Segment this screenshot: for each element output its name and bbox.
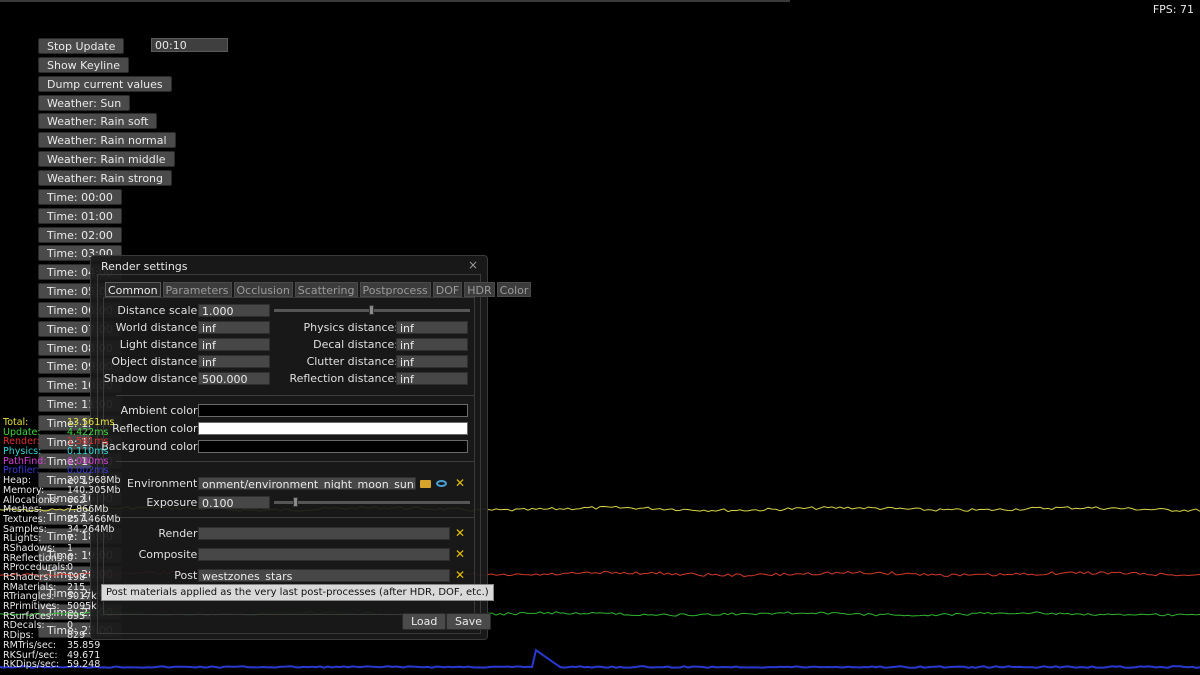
debug-button[interactable]: Weather: Rain normal	[38, 132, 176, 149]
right-distance-field[interactable]: inf	[396, 372, 468, 385]
distance-scale-slider[interactable]	[369, 305, 374, 315]
load-button[interactable]: Load	[402, 613, 447, 630]
material-label: Composite:	[138, 548, 201, 561]
left-distance-field[interactable]: inf	[198, 355, 270, 368]
right-distance-label: Clutter distance:	[306, 355, 398, 368]
right-distance-label: Reflection distance:	[289, 372, 398, 385]
debug-button[interactable]: Weather: Rain strong	[38, 169, 172, 186]
stat-value: 59.248	[67, 659, 101, 671]
left-distance-label: Shadow distance:	[103, 372, 201, 385]
divider	[116, 395, 474, 396]
tab-occlusion[interactable]: Occlusion	[233, 282, 293, 297]
left-distance-field[interactable]: inf	[198, 338, 270, 351]
tab-hdr[interactable]: HDR	[464, 282, 495, 297]
settings-tabs: Common Parameters Occlusion Scattering Postp…	[105, 282, 532, 297]
tab-common[interactable]: Common	[105, 282, 161, 297]
material-field[interactable]	[198, 548, 450, 561]
stats-overlay: Total: 13.561ms Update: 4.422ms Render: 1.581…	[3, 418, 143, 670]
color-swatch[interactable]	[198, 404, 468, 417]
debug-button[interactable]: Time: 01:00	[38, 207, 122, 224]
exposure-label: Exposure:	[146, 496, 201, 509]
dialog-title: Render settings	[101, 260, 188, 273]
clear-icon[interactable]: ✕	[455, 548, 465, 561]
material-field[interactable]	[198, 527, 450, 540]
clear-icon[interactable]: ✕	[455, 477, 465, 490]
exposure-field[interactable]: 0.100	[198, 496, 270, 509]
distance-scale-label: Distance scale:	[117, 304, 201, 317]
debug-button[interactable]: Time: 02:00	[38, 226, 122, 243]
distance-scale-field[interactable]: 1.000	[198, 304, 270, 317]
tab-dof[interactable]: DOF	[432, 282, 463, 297]
environment-field[interactable]: onment/environment_night_moon_sunny.dds	[198, 477, 416, 490]
debug-button[interactable]: Show Keyline	[38, 56, 129, 73]
save-button[interactable]: Save	[446, 613, 492, 630]
divider	[116, 461, 474, 462]
color-swatch[interactable]	[198, 422, 468, 435]
folder-icon[interactable]	[420, 480, 431, 488]
debug-button[interactable]: Stop Update	[38, 38, 125, 54]
left-distance-field[interactable]: 500.000	[198, 372, 270, 385]
post-tooltip: Post materials applied as the very last …	[101, 584, 494, 601]
debug-button[interactable]: Weather: Rain soft	[38, 113, 158, 130]
tab-color[interactable]: Color	[496, 282, 532, 297]
top-divider	[0, 0, 790, 2]
exposure-track[interactable]	[274, 501, 470, 504]
color-swatch[interactable]	[198, 440, 468, 453]
right-distance-label: Physics distance:	[303, 321, 399, 334]
stat-value: 34.264Mb	[67, 523, 115, 535]
divider	[116, 517, 474, 518]
tab-postprocess[interactable]: Postprocess	[359, 282, 431, 297]
tab-scattering[interactable]: Scattering	[294, 282, 358, 297]
stat-row: RKDips/sec: 59.248	[3, 660, 143, 670]
exposure-slider[interactable]	[293, 497, 298, 507]
right-distance-field[interactable]: inf	[396, 321, 468, 334]
close-icon[interactable]: ×	[468, 258, 478, 272]
left-distance-field[interactable]: inf	[198, 321, 270, 334]
eye-icon[interactable]	[436, 480, 447, 487]
render-settings-dialog: Render settings × Common Parameters Occlus…	[90, 255, 532, 640]
left-distance-label: Light distance:	[119, 338, 201, 351]
material-label: Post:	[174, 569, 201, 582]
debug-button[interactable]: Weather: Rain middle	[38, 151, 175, 168]
right-distance-field[interactable]: inf	[396, 338, 468, 351]
clear-icon[interactable]: ✕	[455, 569, 465, 582]
right-distance-label: Decal distance:	[313, 338, 398, 351]
common-panel: Distance scale: 1.000 World distance: inf…	[101, 297, 492, 630]
clear-icon[interactable]: ✕	[455, 527, 465, 540]
left-distance-label: World distance:	[115, 321, 201, 334]
debug-button[interactable]: Weather: Sun	[38, 94, 131, 111]
right-distance-field[interactable]: inf	[396, 355, 468, 368]
fps-counter: FPS: 71	[1152, 3, 1194, 16]
tab-parameters[interactable]: Parameters	[162, 282, 232, 297]
stat-label: RKDips/sec:	[3, 659, 60, 671]
timer-field[interactable]: 00:10	[151, 38, 228, 52]
material-field[interactable]: westzones_stars	[198, 569, 450, 582]
debug-button[interactable]: Dump current values	[38, 75, 172, 92]
left-distance-label: Object distance:	[111, 355, 201, 368]
color-label: Ambient color:	[120, 404, 201, 417]
material-label: Render:	[158, 527, 201, 540]
debug-button[interactable]: Time: 00:00	[38, 188, 122, 205]
